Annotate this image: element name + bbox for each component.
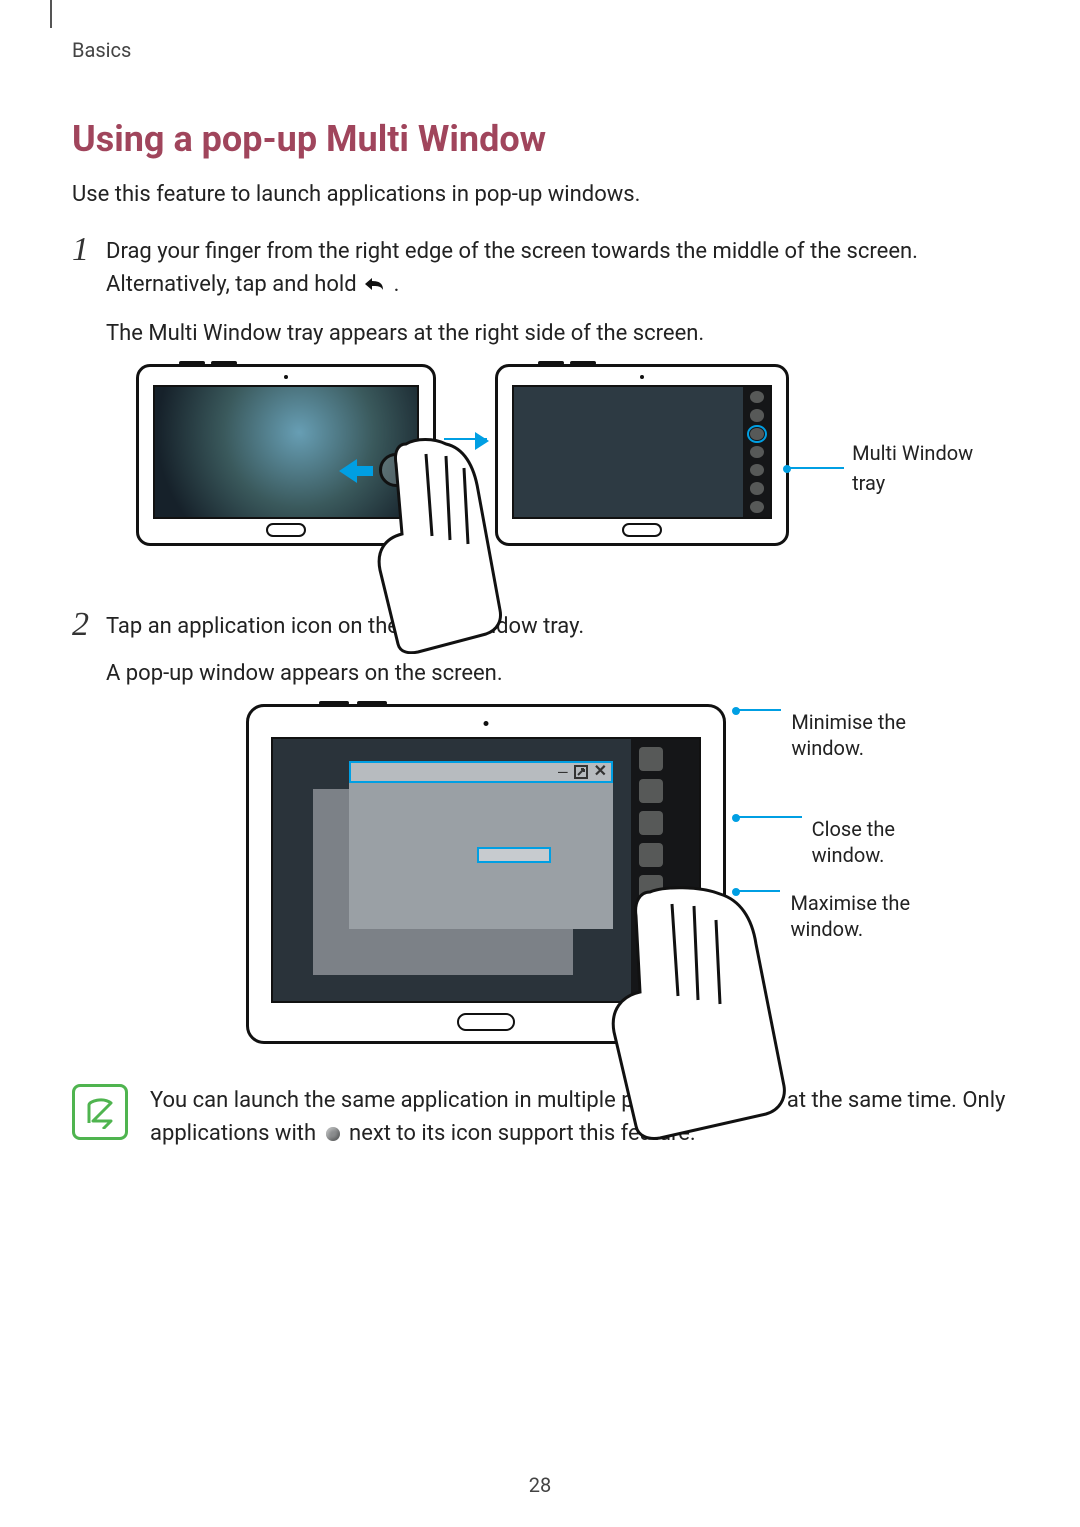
page-title: Using a pop-up Multi Window [72,118,1008,160]
note-block: You can launch the same application in m… [72,1084,1008,1150]
step1-result: The Multi Window tray appears at the rig… [106,317,1008,350]
step2-text: Tap an application icon on the Multi Win… [106,610,1008,643]
breadcrumb: Basics [72,38,1008,62]
tray-app-icon[interactable] [639,875,663,899]
tray-app-icon[interactable] [750,409,764,421]
step-2: Tap an application icon on the Multi Win… [72,610,1008,1044]
tablet-popup: — ✕ [246,704,726,1044]
callout-tray: Multi Window tray [789,438,1008,498]
note-text: You can launch the same application in m… [150,1084,1008,1150]
callout-maximise: Maximise the window. [738,890,958,942]
tray-app-icon[interactable] [639,907,663,931]
step1-part-b: . [394,272,400,297]
tray-app-icon[interactable] [639,939,663,963]
callout-close-label: Close the window. [812,816,958,868]
callout-minimise-label: Minimise the window. [791,709,958,761]
callout-tray-label: Multi Window tray [852,438,1008,498]
figure-popup: — ✕ [246,704,1008,1044]
callout-maximise-label: Maximise the window. [790,890,958,942]
tray-app-icon[interactable] [639,747,663,771]
tray-app-icon[interactable] [750,391,764,403]
touch-point-icon [379,453,413,487]
multi-window-tray[interactable] [743,387,770,517]
step1-part-a: Drag your finger from the right edge of … [106,239,918,297]
tray-app-icon[interactable] [639,779,663,803]
tray-app-icon[interactable] [639,971,663,995]
callout-close: Close the window. [738,816,958,868]
multi-instance-icon [326,1127,340,1141]
crop-mark [50,0,52,28]
step-1: Drag your finger from the right edge of … [72,235,1008,586]
popup-titlebar[interactable]: — ✕ [349,761,613,783]
tablet-before [136,364,436,546]
tray-app-icon[interactable] [750,501,764,513]
figure-swipe: Multi Window tray [136,364,1008,546]
multi-window-tray[interactable] [631,739,699,1001]
minimise-icon[interactable]: — [558,760,568,784]
tray-app-icon[interactable] [639,811,663,835]
tray-app-icon[interactable] [750,464,764,476]
close-icon[interactable]: ✕ [594,760,607,784]
callout-minimise: Minimise the window. [738,709,958,761]
note-icon [72,1084,128,1140]
swipe-arrow-icon [339,459,357,483]
tray-app-icon[interactable] [639,843,663,867]
step2-result: A pop-up window appears on the screen. [106,657,1008,690]
popup-window-front: — ✕ [349,761,613,929]
note-part-b: next to its icon support this feature. [349,1121,696,1146]
tablet-after [495,364,789,546]
step1-text: Drag your finger from the right edge of … [106,235,1008,303]
tray-app-icon[interactable] [750,482,764,494]
mini-popup [479,849,549,861]
back-icon [362,270,388,303]
page-number: 28 [0,1473,1080,1497]
arrow-right-icon [444,438,487,440]
intro-text: Use this feature to launch applications … [72,182,1008,207]
tray-app-icon[interactable] [750,428,764,440]
tray-app-icon[interactable] [750,446,764,458]
maximise-icon[interactable] [574,765,588,779]
